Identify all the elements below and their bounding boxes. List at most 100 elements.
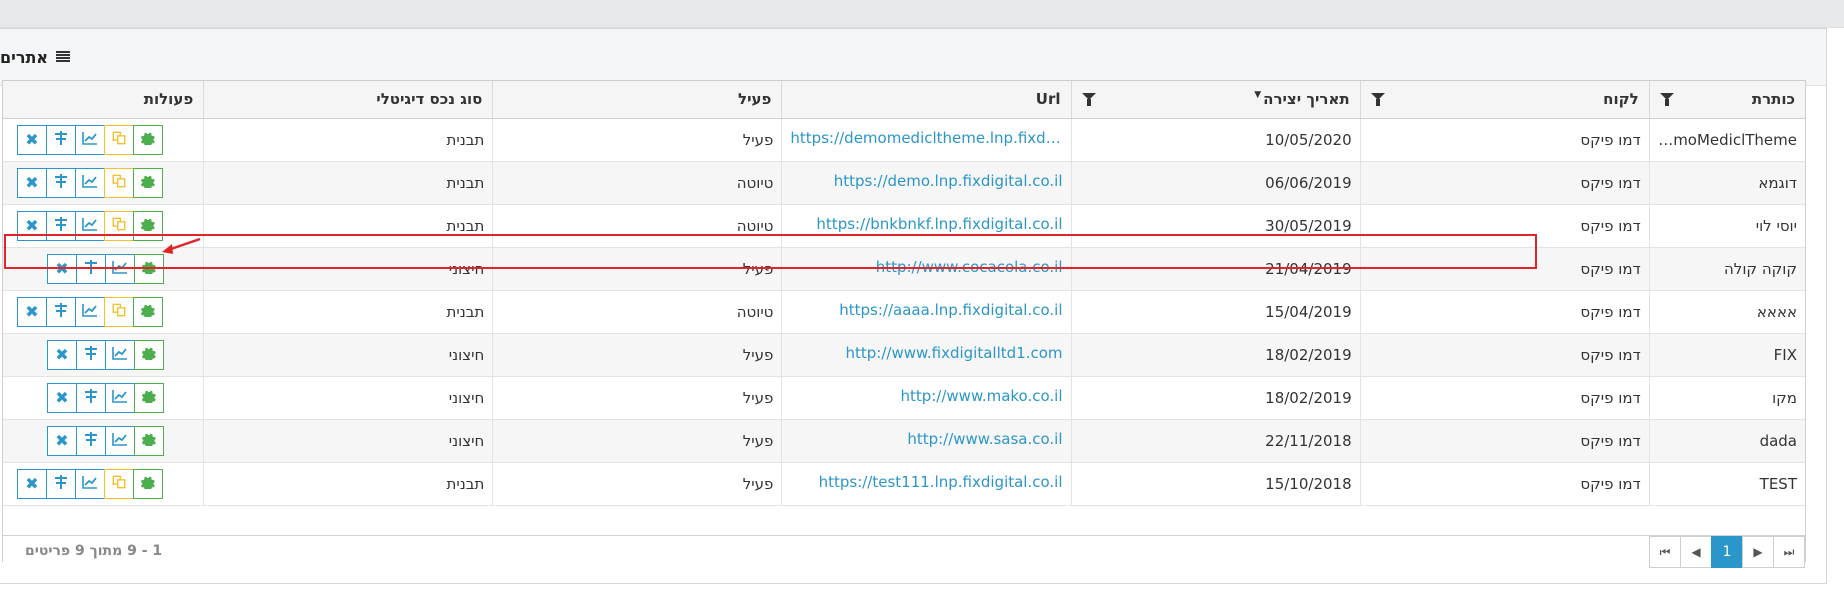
settings-button[interactable] — [133, 468, 163, 499]
url-link[interactable]: https://bnkbnkf.lnp.fixdigital.co.il — [790, 215, 1062, 233]
col-title[interactable]: כותרת — [1648, 81, 1805, 119]
stats-button[interactable] — [105, 253, 135, 284]
delete-button[interactable]: ✖ — [47, 253, 77, 284]
url-link[interactable]: https://test111.lnp.fixdigital.co.il — [790, 473, 1063, 491]
copy-button[interactable] — [104, 210, 134, 241]
settings-button[interactable] — [133, 210, 163, 241]
delete-button[interactable]: ✖ — [47, 425, 77, 456]
edit-button[interactable] — [46, 124, 76, 155]
panel-title: אתרים — [0, 47, 49, 67]
copy-button[interactable] — [104, 468, 134, 499]
gear-icon — [141, 346, 156, 364]
cell-active: טיוטה — [492, 290, 782, 334]
stats-button[interactable] — [105, 425, 135, 456]
copy-button[interactable] — [104, 296, 134, 327]
cell-active: פעיל — [492, 419, 782, 463]
url-link[interactable]: http://www.sasa.co.il — [790, 430, 1062, 448]
cell-client: דמו פיקס — [1359, 118, 1650, 162]
url-link[interactable]: http://www.cocacola.co.il — [790, 258, 1063, 276]
col-url[interactable]: Url — [781, 81, 1072, 119]
settings-button[interactable] — [134, 253, 164, 284]
cell-created: 06/06/2019 — [1070, 161, 1361, 205]
pager: ⏮ ◀ 1 ▶ ⏭ — [1649, 536, 1805, 568]
filter-icon[interactable] — [1370, 92, 1385, 107]
settings-button[interactable] — [133, 124, 163, 155]
url-link[interactable]: http://www.fixdigitalltd1.com — [790, 344, 1063, 362]
stats-button[interactable] — [105, 339, 135, 370]
table-row[interactable]: TEST דמו פיקס 15/10/2018 https://test111… — [3, 462, 1805, 506]
first-page-button[interactable]: ⏮ — [1649, 536, 1681, 568]
prev-page-button[interactable]: ◀ — [1680, 536, 1712, 568]
delete-button[interactable]: ✖ — [47, 339, 77, 370]
cell-created: 15/04/2019 — [1070, 290, 1361, 334]
url-link[interactable]: https://aaaa.lnp.fixdigital.co.il — [790, 301, 1062, 319]
cell-url: https://demomedicltheme.lnp.fixdigit... — [781, 118, 1072, 162]
copy-icon — [112, 217, 126, 235]
url-link[interactable]: https://demomedicltheme.lnp.fixdigit... — [790, 129, 1062, 147]
close-icon: ✖ — [25, 215, 39, 235]
edit-button[interactable] — [46, 468, 76, 499]
delete-button[interactable]: ✖ — [17, 210, 47, 241]
delete-button[interactable]: ✖ — [17, 468, 47, 499]
row-actions: ✖ — [11, 339, 195, 370]
chart-icon — [112, 432, 128, 450]
stats-button[interactable] — [75, 468, 105, 499]
col-actions: פעולות — [3, 81, 204, 119]
table-row[interactable]: יוסי לוי דמו פיקס 30/05/2019 https://bnk… — [3, 204, 1805, 248]
stats-button[interactable] — [75, 296, 105, 327]
edit-button[interactable] — [46, 210, 76, 241]
copy-button[interactable] — [104, 124, 134, 155]
edit-button[interactable] — [46, 167, 76, 198]
edit-icon — [54, 216, 68, 235]
gear-icon — [141, 432, 156, 450]
page-number-button[interactable]: 1 — [1711, 536, 1743, 568]
edit-button[interactable] — [76, 382, 106, 413]
cell-url: http://www.fixdigitalltd1.com — [781, 333, 1072, 377]
delete-button[interactable]: ✖ — [17, 167, 47, 198]
edit-button[interactable] — [76, 253, 106, 284]
table-row[interactable]: דוגמא דמו פיקס 06/06/2019 https://demo.l… — [3, 161, 1805, 205]
cell-asset-type: תבנית — [203, 290, 493, 334]
settings-button[interactable] — [134, 425, 164, 456]
delete-button[interactable]: ✖ — [17, 296, 47, 327]
settings-button[interactable] — [133, 167, 163, 198]
cell-client: דמו פיקס — [1359, 333, 1650, 377]
table-row[interactable]: dada דמו פיקס 22/11/2018 http://www.sasa… — [3, 419, 1805, 463]
stats-button[interactable] — [75, 124, 105, 155]
table-row[interactable]: אאאא דמו פיקס 15/04/2019 https://aaaa.ln… — [3, 290, 1805, 334]
last-page-button[interactable]: ⏭ — [1773, 536, 1805, 568]
cell-client: דמו פיקס — [1359, 204, 1650, 248]
delete-button[interactable]: ✖ — [17, 124, 47, 155]
delete-button[interactable]: ✖ — [47, 382, 77, 413]
col-asset-type[interactable]: סוג נכס דיגיטלי — [203, 81, 493, 119]
settings-button[interactable] — [134, 382, 164, 413]
close-icon: ✖ — [55, 344, 69, 364]
col-created[interactable]: תאריך יצירה▼ — [1070, 81, 1361, 119]
url-link[interactable]: http://www.mako.co.il — [790, 387, 1062, 405]
col-active[interactable]: פעיל — [492, 81, 782, 119]
edit-button[interactable] — [76, 339, 106, 370]
cell-asset-type: תבנית — [203, 118, 493, 162]
settings-button[interactable] — [134, 339, 164, 370]
table-row[interactable]: DemoMediclTheme דמו פיקס 10/05/2020 http… — [3, 118, 1805, 162]
settings-button[interactable] — [133, 296, 163, 327]
next-page-button[interactable]: ▶ — [1742, 536, 1774, 568]
table-row[interactable]: FIX דמו פיקס 18/02/2019 http://www.fixdi… — [3, 333, 1805, 377]
stats-button[interactable] — [105, 382, 135, 413]
table-row[interactable]: קוקה קולה דמו פיקס 21/04/2019 http://www… — [3, 247, 1805, 291]
col-client[interactable]: לקוח — [1359, 81, 1650, 119]
url-link[interactable]: https://demo.lnp.fixdigital.co.il — [790, 172, 1063, 190]
edit-button[interactable] — [46, 296, 76, 327]
row-actions: ✖ — [11, 468, 195, 499]
edit-button[interactable] — [76, 425, 106, 456]
table-row[interactable]: מקו דמו פיקס 18/02/2019 http://www.mako.… — [3, 376, 1805, 420]
copy-button[interactable] — [104, 167, 134, 198]
stats-button[interactable] — [75, 210, 105, 241]
filter-icon[interactable] — [1659, 92, 1674, 107]
edit-icon — [54, 173, 68, 192]
stats-button[interactable] — [75, 167, 105, 198]
copy-icon — [112, 174, 126, 192]
cell-active: פעיל — [492, 333, 782, 377]
col-created-label: תאריך יצירה — [1263, 90, 1350, 109]
filter-icon[interactable] — [1081, 92, 1096, 107]
